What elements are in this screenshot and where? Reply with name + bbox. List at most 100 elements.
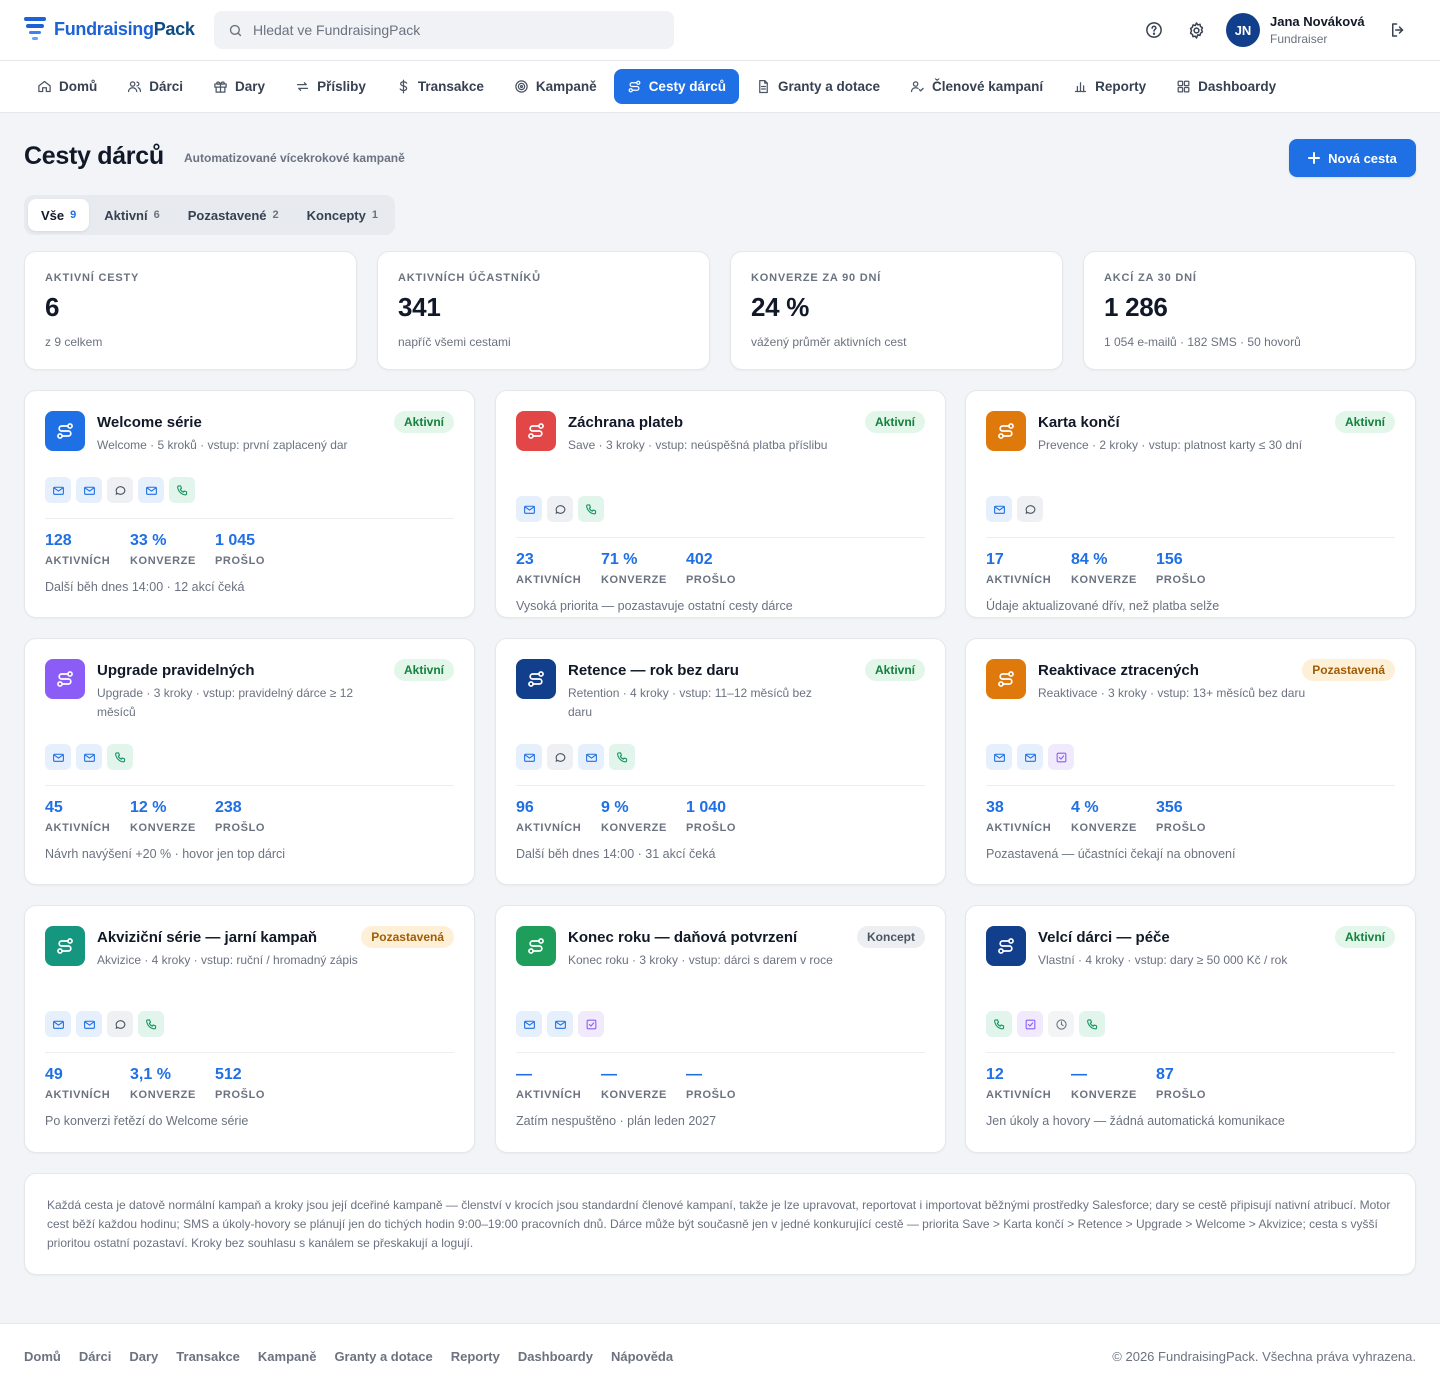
metric-active-value: 128 xyxy=(45,532,72,549)
app-logo[interactable]: FundraisingPack xyxy=(24,16,195,42)
journey-steps xyxy=(516,496,604,522)
nav-item-4[interactable]: Transakce xyxy=(383,69,497,104)
journey-card[interactable]: Welcome série Welcome · 5 kroků · vstup: … xyxy=(24,390,475,618)
card-divider xyxy=(45,1052,454,1053)
journey-steps xyxy=(45,1011,164,1037)
search-box[interactable] xyxy=(214,11,674,49)
metric-passed: 156 PROŠLO xyxy=(1156,551,1241,586)
task-icon xyxy=(1056,752,1066,762)
search-input[interactable] xyxy=(253,22,653,38)
settings-gear-icon[interactable] xyxy=(1186,20,1206,40)
status-badge: Aktivní xyxy=(864,411,925,433)
avatar[interactable]: JN xyxy=(1226,13,1260,47)
nav-item-label: Granty a dotace xyxy=(777,79,881,94)
journey-metrics: 17 AKTIVNÍCH 84 % KONVERZE 156 PROŠLO xyxy=(986,551,1241,586)
journey-card[interactable]: Konec roku — daňová potvrzení Konec roku … xyxy=(495,905,946,1153)
journey-steps xyxy=(986,1011,1105,1037)
footer-link[interactable]: Nápověda xyxy=(611,1349,673,1364)
journey-card[interactable]: Velcí dárci — péče Vlastní · 4 kroky · vs… xyxy=(965,905,1416,1153)
journey-subtitle: Retention · 4 kroky · vstup: 11–12 měsíc… xyxy=(568,686,812,719)
journey-card[interactable]: Záchrana plateb Save · 3 kroky · vstup: n… xyxy=(495,390,946,618)
nav-item-2[interactable]: Dary xyxy=(200,69,278,104)
step-sms xyxy=(547,496,573,522)
journey-footer-note: Po konverzi řetězí do Welcome série xyxy=(45,1114,249,1128)
filter-tab-1[interactable]: Aktivní 6 xyxy=(91,199,172,231)
email-icon xyxy=(52,753,64,762)
email-icon xyxy=(52,486,64,495)
metric-active-value: 23 xyxy=(516,551,534,568)
metric-active-value: 45 xyxy=(45,799,63,816)
stat-value: 1 286 xyxy=(1104,292,1168,322)
email-icon xyxy=(1024,753,1036,762)
task-icon xyxy=(1025,1019,1035,1029)
new-journey-button[interactable]: Nová cesta xyxy=(1289,139,1416,177)
stat-card: AKTIVNÍ CESTY 6 z 9 celkem xyxy=(24,251,357,370)
footer-link[interactable]: Kampaně xyxy=(258,1349,317,1364)
user-check-icon xyxy=(910,81,924,93)
status-filter-tabs: Vše 9 Aktivní 6 Pozastavené 2 Koncepty 1 xyxy=(24,195,395,235)
dollar-icon xyxy=(399,79,408,94)
nav-item-10[interactable]: Dashboardy xyxy=(1163,69,1289,104)
search-icon xyxy=(229,24,242,36)
metric-conversion-value: 9 % xyxy=(601,799,629,816)
help-icon[interactable] xyxy=(1144,20,1164,40)
metric-conversion-label: KONVERZE xyxy=(1071,574,1137,586)
metric-passed-value: — xyxy=(686,1066,702,1083)
footer-link[interactable]: Dashboardy xyxy=(518,1349,593,1364)
metric-passed: 87 PROŠLO xyxy=(1156,1066,1241,1101)
filter-tab-3[interactable]: Koncepty 1 xyxy=(294,199,391,231)
step-sms xyxy=(107,1011,133,1037)
main-nav: Domů Dárci Dary Přísliby Transakce Kampaně Ces… xyxy=(0,61,1440,113)
nav-item-7[interactable]: Granty a dotace xyxy=(743,69,893,104)
step-email xyxy=(45,477,71,503)
home-icon xyxy=(38,80,51,93)
journey-title: Karta končí xyxy=(1038,414,1120,431)
journey-metrics: 128 AKTIVNÍCH 33 % KONVERZE 1 045 PROŠLO xyxy=(45,532,300,567)
logout-icon[interactable] xyxy=(1388,20,1408,40)
step-sms xyxy=(1017,496,1043,522)
step-email xyxy=(578,744,604,770)
status-badge: Aktivní xyxy=(393,411,454,433)
nav-item-6[interactable]: Cesty dárců xyxy=(613,69,739,104)
journey-icon xyxy=(986,926,1026,966)
journey-card[interactable]: Retence — rok bez daru Retention · 4 krok… xyxy=(495,638,946,885)
footer-link[interactable]: Granty a dotace xyxy=(334,1349,432,1364)
footer-link[interactable]: Domů xyxy=(24,1349,61,1364)
metric-active-label: AKTIVNÍCH xyxy=(516,822,582,834)
filter-tab-label: Aktivní xyxy=(104,207,148,223)
footer-link[interactable]: Transakce xyxy=(176,1349,240,1364)
nav-item-5[interactable]: Kampaně xyxy=(501,69,610,104)
status-badge: Pozastavená xyxy=(361,926,454,948)
step-email xyxy=(45,744,71,770)
journey-card[interactable]: Reaktivace ztracených Reaktivace · 3 krok… xyxy=(965,638,1416,885)
journey-subtitle: Akvizice · 4 kroky · vstup: ruční / hrom… xyxy=(97,953,358,967)
step-email xyxy=(516,496,542,522)
user-role: Fundraiser xyxy=(1270,32,1328,46)
stat-note: 1 054 e-mailů · 182 SMS · 50 hovorů xyxy=(1104,335,1301,349)
stat-label: KONVERZE ZA 90 DNÍ xyxy=(751,272,882,284)
step-call xyxy=(138,1011,164,1037)
task-icon xyxy=(586,1019,596,1029)
nav-item-3[interactable]: Přísliby xyxy=(282,69,379,104)
nav-item-label: Dárci xyxy=(149,79,184,94)
filter-tab-0[interactable]: Vše 9 xyxy=(28,199,90,231)
filter-tab-2[interactable]: Pozastavené 2 xyxy=(175,199,292,231)
journey-steps xyxy=(986,496,1043,522)
target-icon xyxy=(515,80,528,93)
step-email xyxy=(547,1011,573,1037)
nav-item-1[interactable]: Dárci xyxy=(114,69,196,104)
nav-item-0[interactable]: Domů xyxy=(24,69,110,104)
nav-item-9[interactable]: Reporty xyxy=(1060,69,1159,104)
email-icon xyxy=(145,486,157,495)
footer-link[interactable]: Dary xyxy=(129,1349,158,1364)
nav-item-8[interactable]: Členové kampaní xyxy=(897,69,1056,104)
footer-link[interactable]: Reporty xyxy=(451,1349,500,1364)
footer-link[interactable]: Dárci xyxy=(79,1349,112,1364)
metric-active: — AKTIVNÍCH xyxy=(516,1066,601,1101)
metric-active-label: AKTIVNÍCH xyxy=(45,1089,111,1101)
journey-card[interactable]: Akviziční série — jarní kampaň Akvizice ·… xyxy=(24,905,475,1153)
copyright: © 2026 FundraisingPack. Všechna práva vy… xyxy=(1112,1349,1416,1364)
gift-icon xyxy=(214,81,227,93)
journey-card[interactable]: Karta končí Prevence · 2 kroky · vstup: p… xyxy=(965,390,1416,618)
journey-card[interactable]: Upgrade pravidelných Upgrade · 3 kroky · … xyxy=(24,638,475,885)
